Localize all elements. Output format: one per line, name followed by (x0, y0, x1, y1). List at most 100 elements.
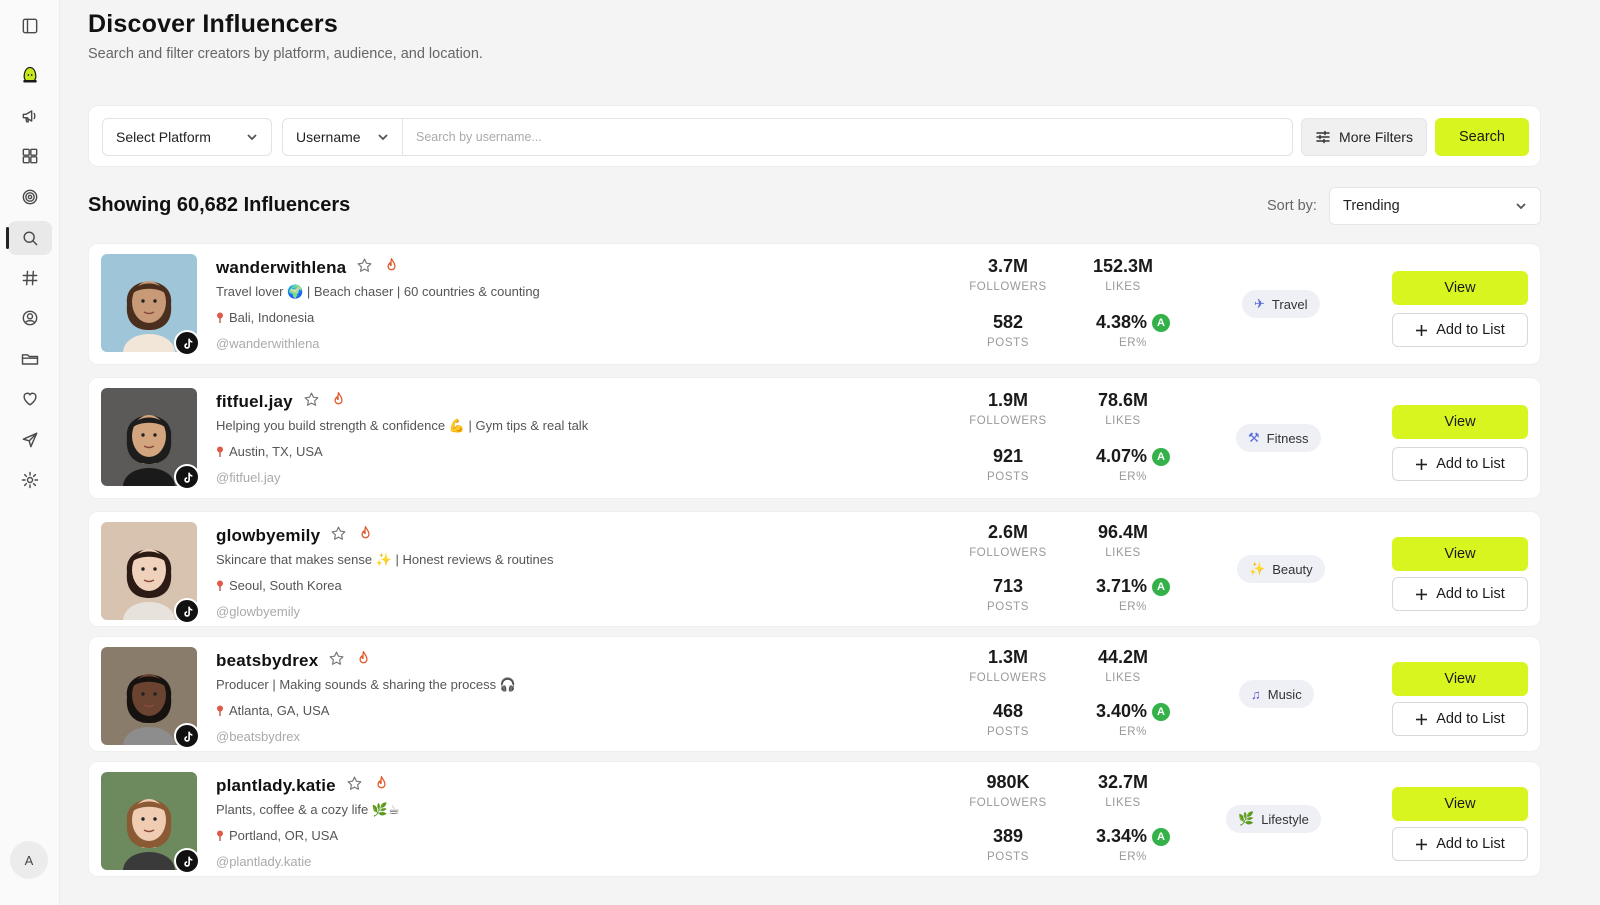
category-icon: ⚒ (1248, 430, 1260, 445)
likes-value: 44.2M (1097, 647, 1149, 667)
likes-stat: 96.4M LIKES (1068, 522, 1178, 559)
heart-icon[interactable] (14, 383, 46, 415)
search-button[interactable]: Search (1435, 118, 1529, 156)
influencer-name-row: glowbyemily (216, 525, 374, 547)
influencer-location: Portland, OR, USA (216, 828, 338, 843)
influencer-handle[interactable]: beatsbydrex (216, 651, 318, 671)
er-label: ER% (1118, 601, 1147, 613)
influencer-name-row: wanderwithlena (216, 257, 400, 279)
category-chip[interactable]: 🌿 Lifestyle (1226, 805, 1321, 833)
location-text: Atlanta, GA, USA (229, 703, 330, 718)
er-label: ER% (1118, 851, 1147, 863)
category-chip[interactable]: ✨ Beauty (1237, 555, 1325, 583)
er-label: ER% (1118, 726, 1147, 738)
influencer-bio: Travel lover 🌍 | Beach chaser | 60 count… (216, 284, 540, 299)
likes-stat: 32.7M LIKES (1068, 772, 1178, 809)
er-grade-badge: A (1152, 702, 1171, 721)
er-value: 3.71% (1095, 576, 1148, 596)
followers-value: 1.9M (987, 390, 1029, 410)
posts-value: 582 (992, 312, 1024, 332)
view-button[interactable]: View (1392, 787, 1528, 821)
influencer-handle[interactable]: plantlady.katie (216, 776, 336, 796)
posts-value: 921 (992, 446, 1024, 466)
search-combo: Username (282, 118, 1293, 156)
logo-icon[interactable] (14, 59, 46, 91)
followers-label: FOLLOWERS (969, 672, 1047, 684)
search-field-select[interactable]: Username (283, 119, 403, 155)
influencer-handle[interactable]: wanderwithlena (216, 258, 346, 278)
influencer-card: plantlady.katie Plants, coffee & a cozy l… (88, 761, 1541, 877)
influencer-handle[interactable]: glowbyemily (216, 526, 320, 546)
er-stat: 3.71% A ER% (1068, 576, 1198, 613)
er-stat: 3.40% A ER% (1068, 701, 1198, 738)
followers-value: 3.7M (987, 256, 1029, 276)
likes-value: 32.7M (1097, 772, 1149, 792)
plus-icon (1416, 588, 1428, 600)
target-icon[interactable] (14, 181, 46, 213)
er-grade-badge: A (1152, 313, 1171, 332)
sort-select[interactable]: Trending (1329, 187, 1541, 225)
star-icon[interactable] (303, 391, 320, 413)
add-to-list-button[interactable]: Add to List (1392, 447, 1528, 481)
likes-label: LIKES (1105, 415, 1141, 427)
category-chip[interactable]: ⚒ Fitness (1236, 424, 1321, 452)
user-avatar[interactable]: A (10, 841, 48, 879)
view-button[interactable]: View (1392, 537, 1528, 571)
star-icon[interactable] (330, 525, 347, 547)
category-chip[interactable]: ♫ Music (1239, 680, 1314, 708)
results-count: Showing 60,682 Influencers (88, 194, 351, 216)
location-pin-icon (217, 446, 223, 457)
category-chip[interactable]: ✈ Travel (1242, 290, 1320, 318)
followers-stat: 1.9M FOLLOWERS (953, 390, 1063, 427)
search-input[interactable] (403, 119, 1292, 155)
location-text: Seoul, South Korea (229, 578, 342, 593)
location-pin-icon (217, 580, 223, 591)
tiktok-icon (174, 598, 200, 624)
add-to-list-button[interactable]: Add to List (1392, 577, 1528, 611)
category-icon: ✈ (1254, 296, 1265, 311)
user-circle-icon[interactable] (14, 302, 46, 334)
page-title: Discover Influencers (88, 10, 338, 38)
add-to-list-button[interactable]: Add to List (1392, 827, 1528, 861)
influencer-bio: Skincare that makes sense ✨ | Honest rev… (216, 552, 554, 567)
flame-icon (357, 525, 374, 547)
influencer-at-handle: @wanderwithlena (216, 336, 320, 351)
send-icon[interactable] (14, 424, 46, 456)
influencer-handle[interactable]: fitfuel.jay (216, 392, 293, 412)
tiktok-icon (174, 723, 200, 749)
sidebar-toggle-icon[interactable] (14, 10, 46, 42)
location-text: Portland, OR, USA (229, 828, 339, 843)
posts-stat: 921 POSTS (953, 446, 1063, 483)
view-button[interactable]: View (1392, 662, 1528, 696)
view-button[interactable]: View (1392, 271, 1528, 305)
followers-value: 2.6M (987, 522, 1029, 542)
star-icon[interactable] (356, 257, 373, 279)
more-filters-button[interactable]: More Filters (1301, 118, 1427, 156)
add-to-list-button[interactable]: Add to List (1392, 702, 1528, 736)
more-filters-label: More Filters (1339, 129, 1413, 145)
megaphone-icon[interactable] (14, 100, 46, 132)
likes-value: 152.3M (1092, 256, 1154, 276)
search-field-label: Username (296, 129, 361, 145)
tiktok-icon (174, 330, 200, 356)
category-icon: ♫ (1251, 686, 1261, 702)
folder-icon[interactable] (14, 343, 46, 375)
category-label: Travel (1271, 296, 1308, 312)
hashtag-icon[interactable] (14, 262, 46, 294)
add-to-list-button[interactable]: Add to List (1392, 313, 1528, 347)
search-nav-icon[interactable] (6, 221, 52, 255)
likes-value: 78.6M (1097, 390, 1149, 410)
view-button[interactable]: View (1392, 405, 1528, 439)
star-icon[interactable] (328, 650, 345, 672)
star-icon[interactable] (346, 775, 363, 797)
influencer-name-row: plantlady.katie (216, 775, 390, 797)
dashboard-icon[interactable] (14, 140, 46, 172)
location-pin-icon (217, 830, 223, 841)
category-label: Beauty (1272, 561, 1313, 577)
platform-select[interactable]: Select Platform (102, 118, 272, 156)
influencer-location: Atlanta, GA, USA (216, 703, 329, 718)
settings-gear-icon[interactable] (14, 464, 46, 496)
followers-stat: 980K FOLLOWERS (953, 772, 1063, 809)
followers-label: FOLLOWERS (969, 797, 1047, 809)
er-value-row: 4.07% A (1068, 446, 1198, 467)
